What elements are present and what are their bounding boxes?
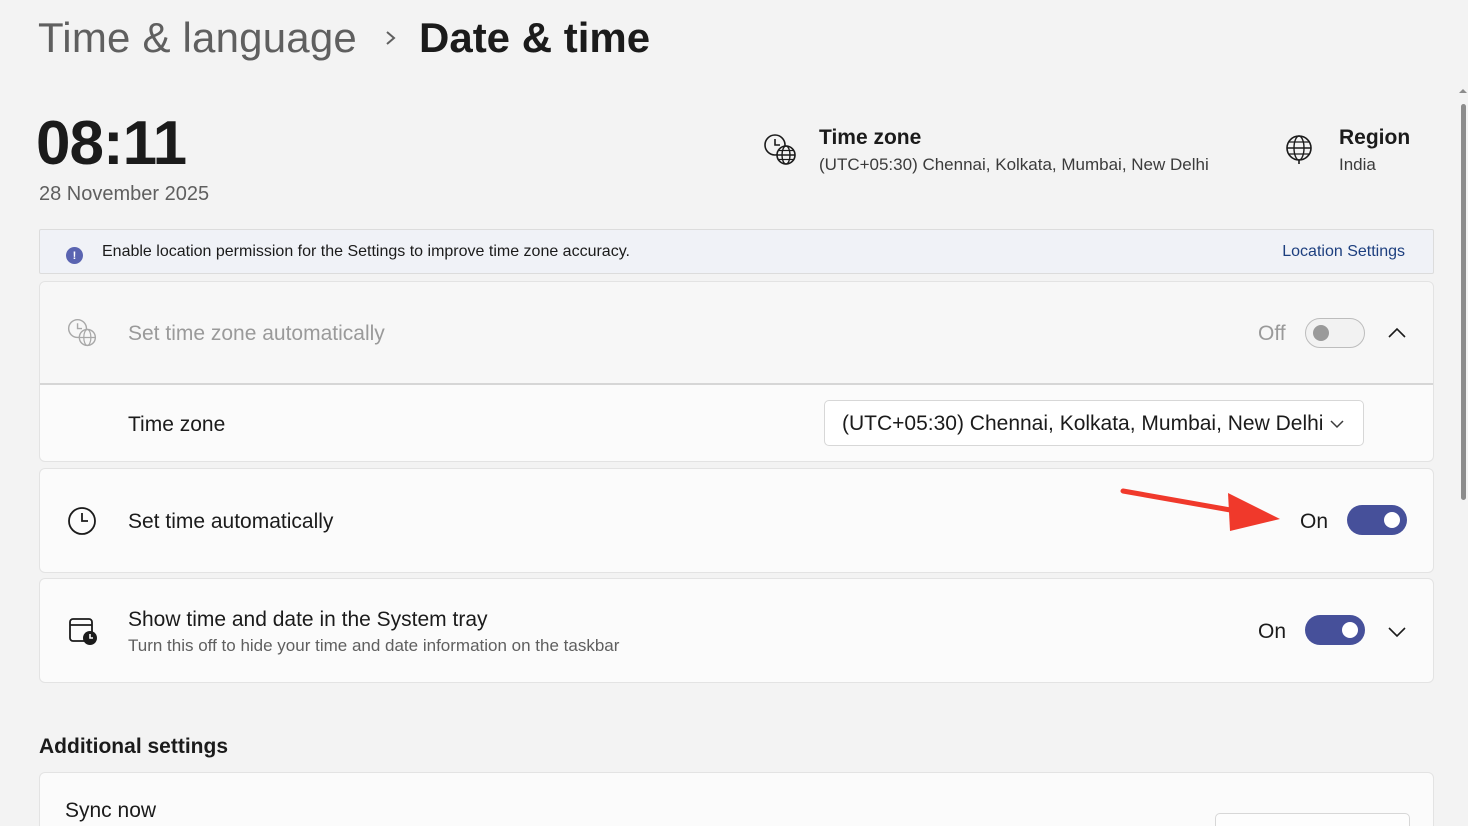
- auto-timezone-card: Set time zone automatically Off Time zon…: [39, 281, 1434, 462]
- chevron-right-icon: [386, 31, 396, 45]
- page-title: Date & time: [419, 14, 651, 61]
- auto-timezone-toggle[interactable]: [1305, 318, 1365, 348]
- divider: [40, 383, 1433, 385]
- scroll-up-icon[interactable]: [1458, 86, 1468, 96]
- systray-card: Show time and date in the System tray Tu…: [39, 578, 1434, 683]
- breadcrumb-parent[interactable]: Time & language: [38, 14, 357, 62]
- scrollbar-thumb[interactable]: [1461, 104, 1466, 500]
- auto-timezone-state: Off: [1258, 322, 1286, 345]
- location-info-bar: ! Enable location permission for the Set…: [39, 229, 1434, 274]
- calendar-clock-icon: [69, 618, 97, 645]
- timezone-globe-clock-icon: [764, 134, 796, 165]
- clock-icon: [68, 507, 96, 535]
- timezone-select-label: Time zone: [128, 413, 226, 436]
- current-date: 28 November 2025: [39, 183, 210, 205]
- info-bar-text: Enable location permission for the Setti…: [102, 243, 630, 260]
- auto-timezone-label: Set time zone automatically: [128, 322, 385, 345]
- auto-time-toggle[interactable]: [1347, 505, 1407, 535]
- systray-toggle[interactable]: [1305, 615, 1365, 645]
- globe-icon: [1286, 135, 1312, 164]
- systray-description: Turn this off to hide your time and date…: [128, 636, 620, 655]
- chevron-up-icon[interactable]: [1386, 326, 1408, 340]
- sync-card: Sync now: [39, 772, 1434, 826]
- timezone-dropdown[interactable]: (UTC+05:30) Chennai, Kolkata, Mumbai, Ne…: [824, 400, 1364, 446]
- info-icon: !: [66, 247, 83, 264]
- timezone-globe-clock-icon: [67, 318, 97, 347]
- annotation-arrow-icon: [1120, 488, 1280, 531]
- additional-settings-title: Additional settings: [39, 735, 228, 758]
- sync-now-button[interactable]: [1215, 813, 1410, 826]
- current-time: 08:11: [36, 109, 187, 178]
- systray-label: Show time and date in the System tray: [128, 608, 488, 631]
- location-settings-link[interactable]: Location Settings: [1282, 243, 1405, 261]
- systray-state: On: [1258, 620, 1287, 643]
- chevron-down-icon: [1330, 420, 1344, 429]
- timezone-value: (UTC+05:30) Chennai, Kolkata, Mumbai, Ne…: [819, 155, 1209, 174]
- sync-now-label: Sync now: [65, 799, 157, 822]
- auto-time-state: On: [1300, 510, 1329, 533]
- region-value: India: [1339, 155, 1376, 174]
- timezone-title: Time zone: [819, 126, 922, 149]
- chevron-down-icon[interactable]: [1386, 625, 1408, 639]
- region-title: Region: [1339, 126, 1411, 149]
- timezone-dropdown-value: (UTC+05:30) Chennai, Kolkata, Mumbai, Ne…: [842, 412, 1324, 435]
- auto-time-label: Set time automatically: [128, 510, 334, 533]
